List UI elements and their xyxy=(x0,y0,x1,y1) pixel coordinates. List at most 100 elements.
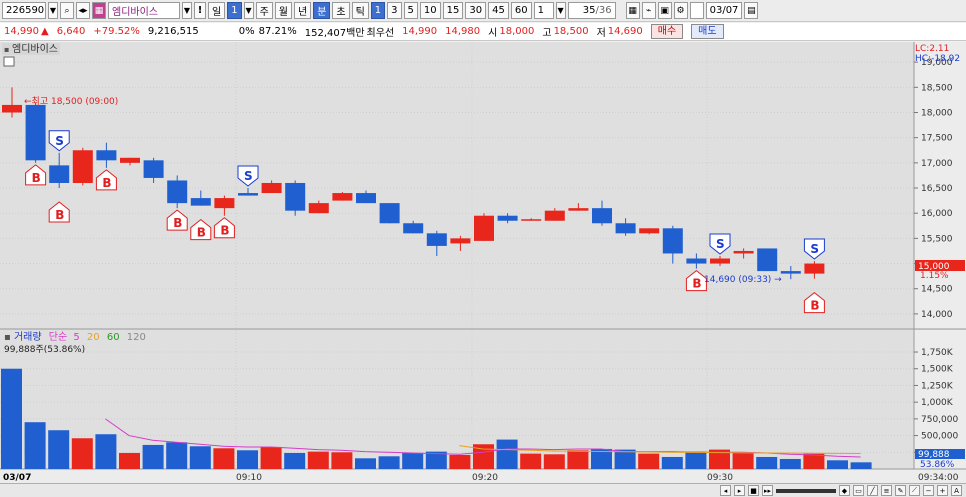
zoom-in-icon[interactable]: + xyxy=(937,485,948,496)
counter-value: 35 xyxy=(582,5,596,16)
bottom-scrollbar[interactable]: ◂ ▸ ■ ▸▸ ◆ ▭ ╱ ≡ ✎ ⟋ − + A xyxy=(0,483,966,497)
volume-bar xyxy=(48,430,70,469)
period-minute[interactable]: 분 xyxy=(313,2,331,19)
candle-body xyxy=(403,223,424,234)
auto-scale-icon[interactable]: A xyxy=(951,485,962,496)
period-week[interactable]: 주 xyxy=(255,2,273,19)
volume-bar xyxy=(803,453,825,469)
minute-60[interactable]: 60 xyxy=(510,2,532,19)
current-pct-tag: 1.15% xyxy=(920,271,949,281)
signal-label: B xyxy=(197,226,206,240)
minute-1[interactable]: 1 xyxy=(370,2,386,19)
ask-label: 최우선 xyxy=(366,28,395,39)
volume-bar xyxy=(142,444,164,469)
period-tick[interactable]: 틱 xyxy=(351,2,369,19)
ma20-label: 20 xyxy=(87,332,100,343)
pen-tool-icon[interactable]: ✎ xyxy=(895,485,906,496)
volume-bar xyxy=(449,454,471,469)
chart-type-icon[interactable]: ⌁ xyxy=(641,2,656,19)
period-day-button[interactable]: 일 xyxy=(208,2,226,19)
pane-collapse-icon[interactable]: ▪ xyxy=(4,45,9,54)
chart-area[interactable]: BSBBBBBSBSSB 19,000 18,500 18,000 17,500 17,… xyxy=(0,42,966,497)
hc-label: HC:-18.92 xyxy=(915,54,960,64)
lc-label: LC:2.11 xyxy=(915,44,949,54)
signal-label: B xyxy=(32,171,41,185)
save-icon[interactable]: ▣ xyxy=(657,2,672,19)
calendar-icon[interactable]: ▤ xyxy=(744,2,759,19)
period-num[interactable]: 1 xyxy=(227,2,242,19)
count-input[interactable]: 1 xyxy=(533,2,554,19)
stock-name[interactable]: 엠디바이스 xyxy=(108,2,180,19)
candle-body xyxy=(450,238,471,244)
volume-last-value: 99,888주(53.86%) xyxy=(4,344,85,355)
sell-button[interactable]: 매도 xyxy=(691,24,724,39)
name-dropdown-icon[interactable]: ▼ xyxy=(182,2,192,19)
minute-5[interactable]: 5 xyxy=(403,2,418,19)
period-month[interactable]: 월 xyxy=(274,2,292,19)
minute-30[interactable]: 30 xyxy=(465,2,487,19)
scroll-left-icon[interactable]: ◂ xyxy=(720,485,731,496)
period-year[interactable]: 년 xyxy=(293,2,312,19)
ma-label: 단순 xyxy=(49,331,67,343)
ratio-label: 0% xyxy=(238,26,255,37)
low-label: 저 xyxy=(596,28,606,39)
table-icon[interactable] xyxy=(3,56,15,67)
candle-body xyxy=(356,193,376,204)
date-input[interactable]: 03/07 xyxy=(705,2,743,19)
checkbox-icon[interactable] xyxy=(689,2,704,19)
draw-tool-icon[interactable]: ▭ xyxy=(853,485,864,496)
zoom-slider[interactable] xyxy=(776,488,836,493)
volume-bar xyxy=(260,446,282,469)
high-price: 18,500 xyxy=(553,26,589,37)
volume-bar xyxy=(119,452,140,469)
volume-bar xyxy=(638,453,660,469)
flag-icon[interactable]: ▦ xyxy=(92,2,106,19)
volume-bar xyxy=(166,442,188,469)
stock-code-input[interactable]: 226590 xyxy=(2,2,46,19)
stop-icon[interactable]: ■ xyxy=(748,485,759,496)
prev-stock-icon[interactable]: ◂▸ xyxy=(76,2,90,19)
period-second[interactable]: 초 xyxy=(332,2,350,19)
volume-bar xyxy=(779,458,801,469)
trend-tool-icon[interactable]: ⟋ xyxy=(909,485,920,496)
candle-body xyxy=(214,198,235,209)
count-dropdown-icon[interactable]: ▼ xyxy=(555,2,566,19)
skip-icon[interactable]: ▸▸ xyxy=(762,485,773,496)
minute-45[interactable]: 45 xyxy=(488,2,509,19)
price-pane-title: 엠디바이스 xyxy=(12,43,58,55)
gear-icon[interactable]: ⚙ xyxy=(673,2,688,19)
zoom-handle-icon[interactable]: ◆ xyxy=(839,485,850,496)
price-tick-label: 17,000 xyxy=(921,159,953,169)
minute-15[interactable]: 15 xyxy=(442,2,464,19)
signal-label: S xyxy=(716,237,725,251)
signal-label: S xyxy=(244,169,253,183)
minute-10[interactable]: 10 xyxy=(419,2,441,19)
buy-button[interactable]: 매수 xyxy=(650,24,684,39)
alert-button[interactable]: ! xyxy=(194,2,206,19)
volume-bar xyxy=(614,449,636,469)
minute-3[interactable]: 3 xyxy=(387,2,402,19)
candle-body xyxy=(544,210,565,221)
fib-tool-icon[interactable]: ≡ xyxy=(881,485,892,496)
volume-bar xyxy=(543,454,565,469)
play-icon[interactable]: ▸ xyxy=(734,485,745,496)
line-tool-icon[interactable]: ╱ xyxy=(867,485,878,496)
period-dropdown-icon[interactable]: ▼ xyxy=(243,2,254,19)
candle-body xyxy=(757,248,778,272)
pane-collapse-icon-vol[interactable]: ▪ xyxy=(4,332,14,343)
quote-bar: 14,990 ▲ 6,640 +79.52% 9,216,515 0% 87.2… xyxy=(0,23,966,41)
zoom-out-icon[interactable]: − xyxy=(923,485,934,496)
candle-body xyxy=(49,165,70,183)
candle-body xyxy=(733,250,754,254)
volume-bar xyxy=(1,368,22,469)
volume-total: 9,216,515 xyxy=(147,26,199,37)
candlestick-chart[interactable]: BSBBBB BSBS SB 19,00018,50018,00017,50017,… xyxy=(0,42,966,483)
candle-body xyxy=(804,263,825,274)
search-icon[interactable]: ⌕ xyxy=(60,2,74,19)
x-label-0910: 09:10 xyxy=(236,473,262,483)
high-label: 고 xyxy=(542,28,552,39)
candle-body xyxy=(780,271,801,274)
grid-icon[interactable]: ▦ xyxy=(625,2,640,19)
code-dropdown-icon[interactable]: ▼ xyxy=(48,2,58,19)
ratio-pct: 87.21% xyxy=(258,26,297,37)
